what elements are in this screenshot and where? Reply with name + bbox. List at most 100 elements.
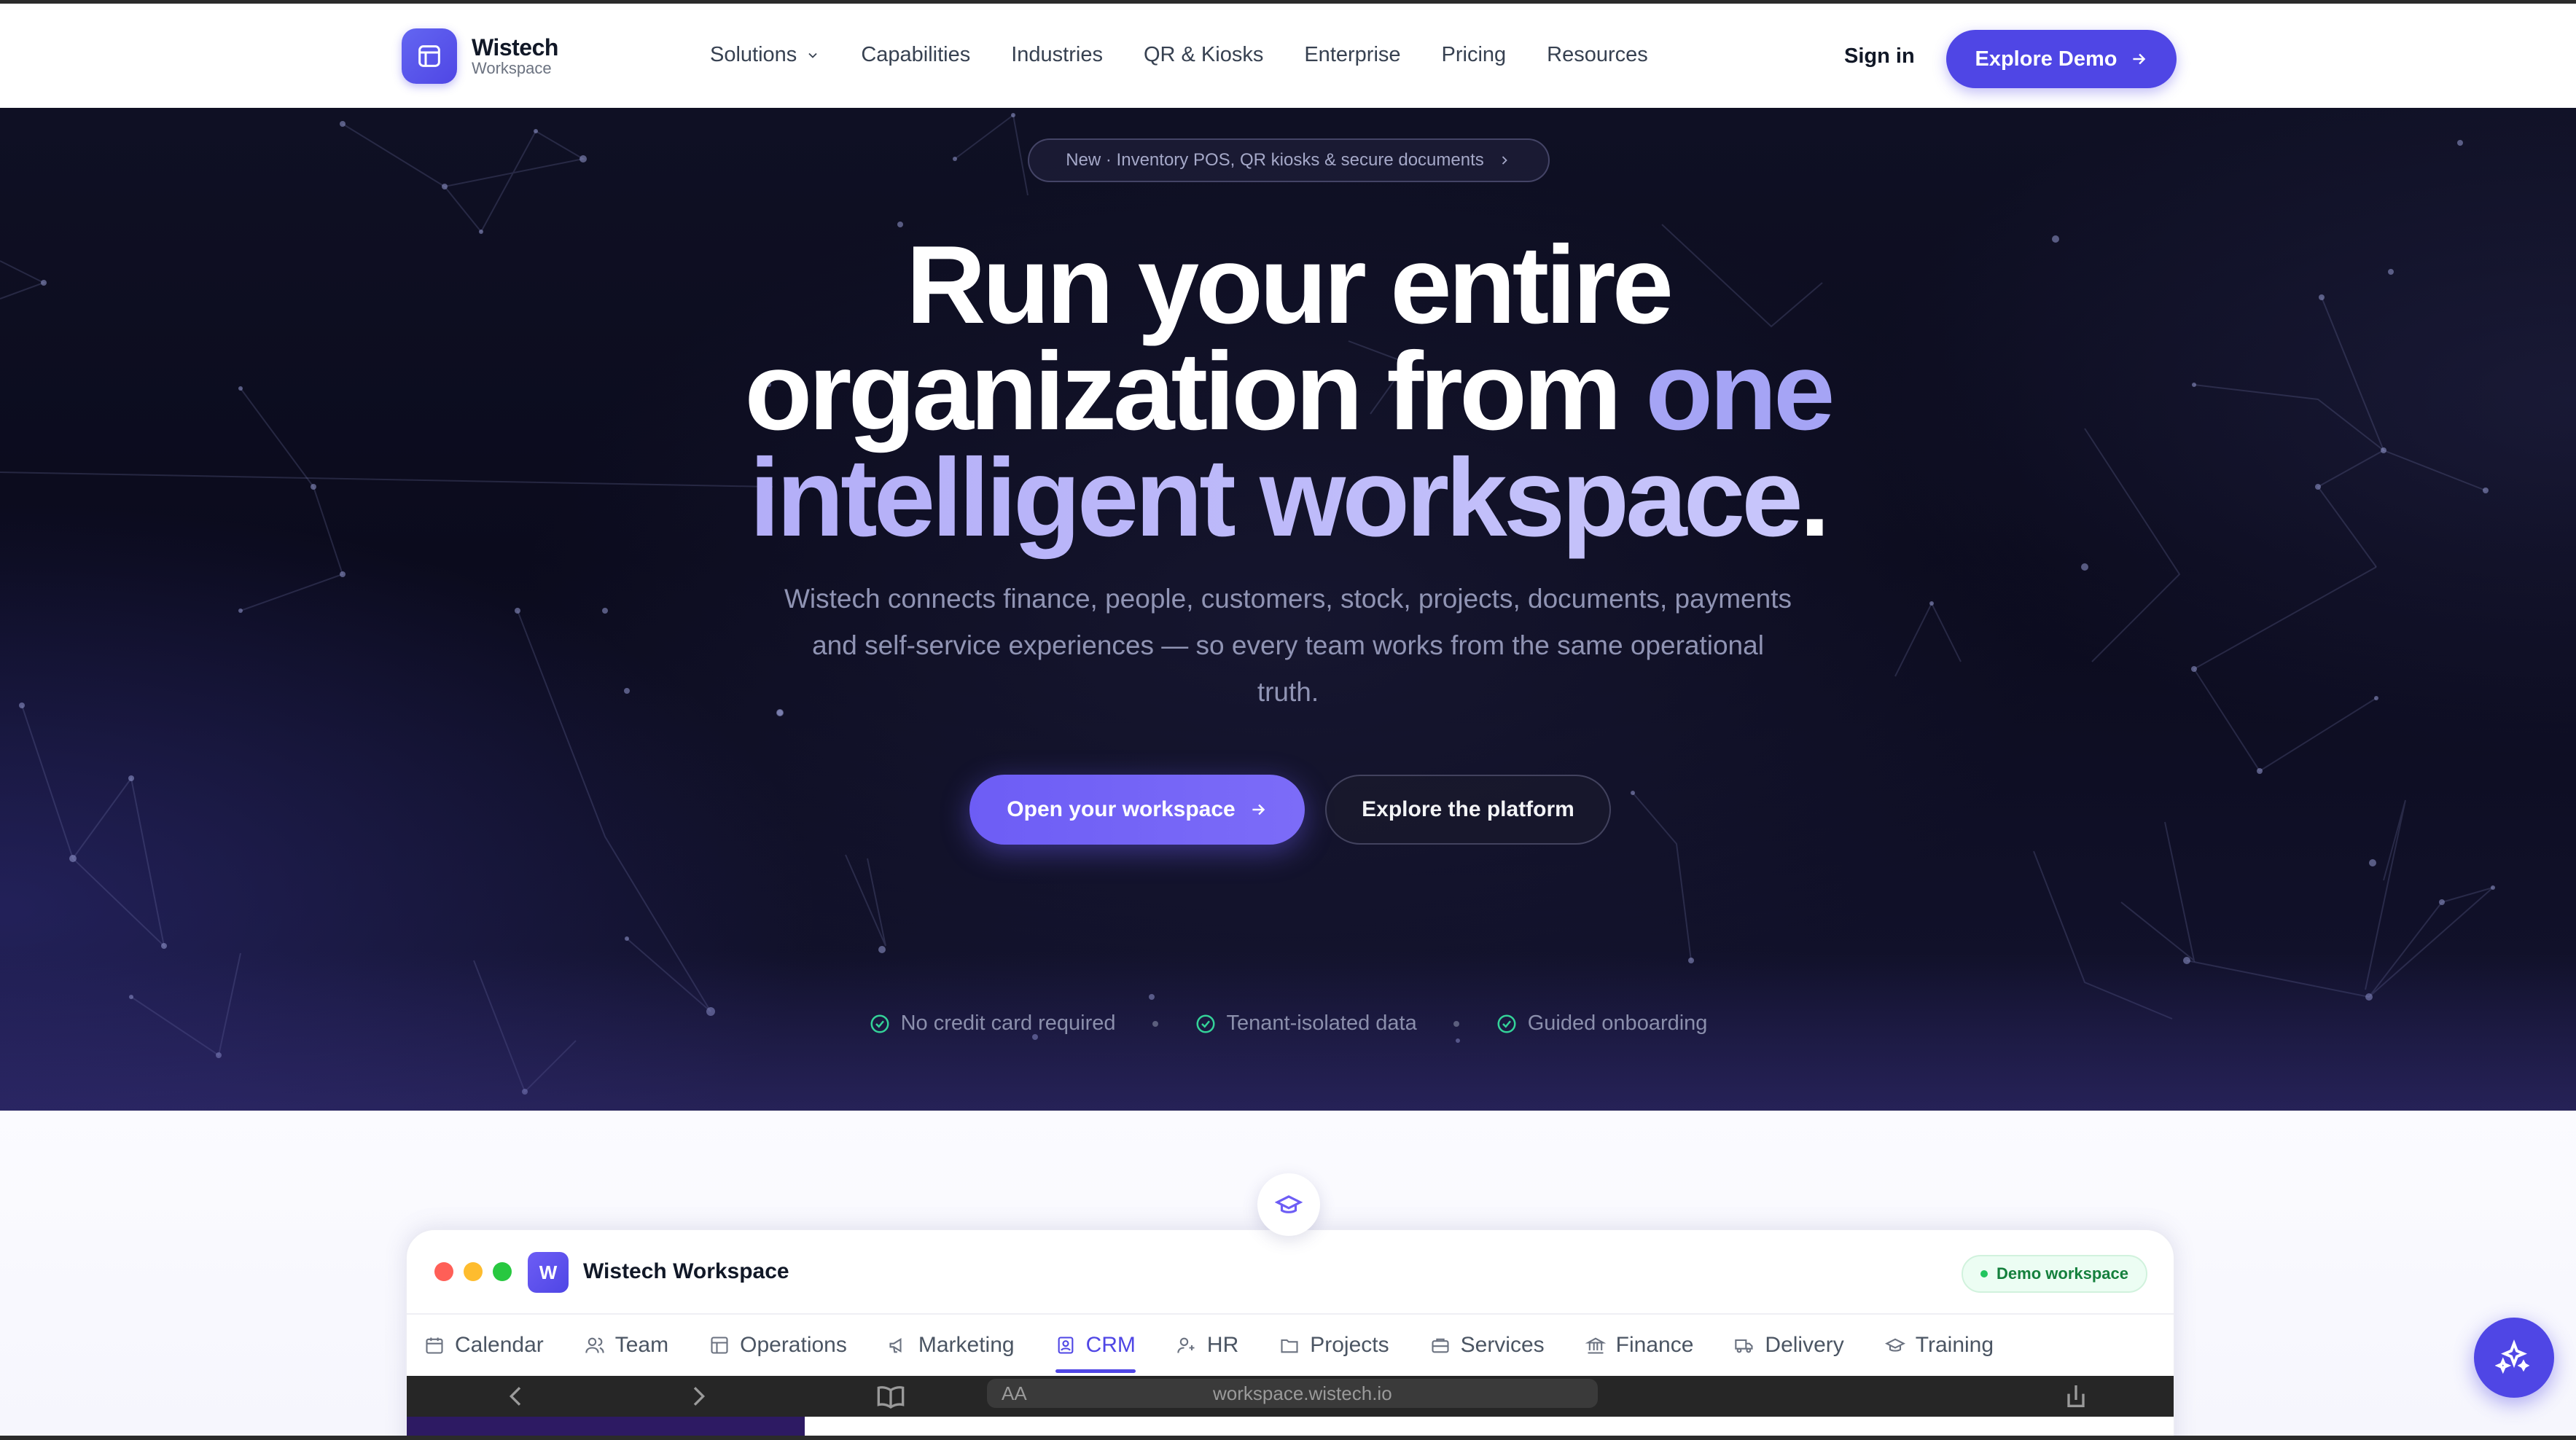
brand-name: Wistech [472,34,558,60]
contact-card-icon [1058,1337,1073,1354]
graduation-cap-icon [1884,1338,1905,1352]
tab-label: Team [614,1333,669,1357]
close-dot-icon[interactable] [434,1262,453,1281]
tab-hr[interactable]: HR [1176,1315,1238,1376]
hero-headline: Run your entire organization from one in… [0,230,2576,553]
nav-industries[interactable]: Industries [1011,43,1103,67]
top-navbar: Wistech Workspace Solutions Capabilities… [0,0,2576,108]
chevron-down-icon [808,52,817,58]
check-label: Guided onboarding [1527,1011,1708,1035]
nav-links: Solutions Capabilities Industries QR & K… [710,43,1689,67]
tab-operations[interactable]: Operations [709,1315,847,1376]
tab-team[interactable]: Team [585,1315,668,1376]
users-icon [585,1337,604,1353]
tab-label: Training [1915,1333,1994,1357]
tab-label: Projects [1310,1333,1389,1357]
bank-icon [1585,1337,1606,1354]
address-bar[interactable]: AA workspace.wistech.io [987,1379,1598,1408]
tab-label: Finance [1615,1333,1694,1357]
tab-marketing[interactable]: Marketing [888,1315,1015,1376]
briefcase-icon [1432,1338,1449,1353]
separator-dot [1453,1020,1459,1027]
workspace-tabs: Calendar Team Operations Marketing CRM H… [424,1315,2034,1376]
headline-period: . [1799,436,1830,560]
tab-calendar[interactable]: Calendar [424,1315,544,1376]
nav-pricing[interactable]: Pricing [1442,43,1507,67]
tab-label: HR [1206,1333,1239,1357]
announcement-pill[interactable]: New · Inventory POS, QR kiosks & secure … [1028,138,1550,182]
tab-label: CRM [1085,1333,1136,1357]
tab-crm[interactable]: CRM [1055,1315,1136,1376]
tab-projects[interactable]: Projects [1279,1315,1389,1376]
truck-icon [1735,1339,1753,1353]
chevron-right-icon [1502,156,1507,165]
layout-icon [711,1337,728,1354]
explore-platform-button[interactable]: Explore the platform [1325,775,1611,845]
announcement-text: New · Inventory POS, QR kiosks & secure … [1066,150,1484,170]
headline-line-1: Run your entire [905,223,1674,347]
bookmarks-icon[interactable] [875,1382,907,1411]
maximize-dot-icon[interactable] [493,1262,512,1281]
tab-label: Marketing [918,1333,1015,1357]
sparkles-icon [2495,1339,2530,1374]
sign-in-link[interactable]: Sign in [1844,44,1915,69]
page: Wistech Workspace Solutions Capabilities… [0,0,2576,1440]
check-item: Guided onboarding [1496,1011,1708,1036]
check-circle-icon [1497,1014,1516,1033]
nav-enterprise[interactable]: Enterprise [1304,43,1400,67]
hero-subtitle: Wistech connects finance, people, custom… [784,584,1792,707]
headline-line-2: organization from [744,329,1646,453]
graduation-cap-badge[interactable] [1257,1173,1320,1236]
nav-capabilities[interactable]: Capabilities [861,43,970,67]
tab-label: Operations [740,1333,847,1357]
brand-sub: Workspace [472,59,552,77]
open-workspace-label: Open your workspace [1007,797,1236,821]
tab-label: Delivery [1765,1333,1844,1357]
tab-training[interactable]: Training [1884,1315,1994,1376]
workspace-preview-window: W Wistech Workspace Demo workspace Calen… [405,1229,2175,1440]
user-key-icon [1177,1337,1195,1353]
demo-badge-label: Demo workspace [1997,1264,2128,1283]
window-bottom-edge [0,1436,2576,1440]
check-label: No credit card required [900,1011,1116,1035]
headline-line-3: intelligent workspace [749,436,1803,560]
share-icon[interactable] [2061,1382,2091,1411]
workspace-logo-icon: W [528,1252,569,1293]
workspace-title: Wistech Workspace [583,1259,789,1283]
tab-delivery[interactable]: Delivery [1734,1315,1844,1376]
nav-resources[interactable]: Resources [1547,43,1648,67]
graduation-cap-icon [1275,1195,1303,1213]
tab-label: Services [1460,1333,1545,1357]
check-item: No credit card required [869,1011,1116,1036]
check-circle-icon [870,1014,889,1033]
megaphone-icon [889,1337,902,1353]
nav-solutions-label: Solutions [710,43,797,66]
trust-checks: No credit card required Tenant-isolated … [0,1011,2576,1036]
folder-icon [1281,1339,1298,1353]
arrow-right-icon [1252,804,1265,815]
explore-demo-button[interactable]: Explore Demo [1946,30,2177,88]
arrow-right-icon [2132,53,2145,65]
explore-demo-label: Explore Demo [1975,47,2118,71]
nav-solutions[interactable]: Solutions [710,43,820,67]
nav-qr-kiosks[interactable]: QR & Kiosks [1144,43,1263,67]
open-workspace-button[interactable]: Open your workspace [969,775,1305,845]
forward-icon[interactable] [684,1382,713,1411]
brand-logo[interactable]: Wistech Workspace [402,28,558,84]
brand-mark-icon [402,28,457,84]
tab-services[interactable]: Services [1430,1315,1545,1376]
headline-accent-one: one [1645,329,1835,453]
tab-finance[interactable]: Finance [1585,1315,1694,1376]
status-dot-icon [1980,1270,1988,1277]
back-icon[interactable] [501,1382,531,1411]
window-controls [434,1262,522,1281]
url-text: workspace.wistech.io [1213,1382,1392,1404]
check-item: Tenant-isolated data [1195,1011,1417,1036]
reader-mode-toggle[interactable]: AA [1002,1382,1027,1405]
check-label: Tenant-isolated data [1226,1011,1417,1035]
demo-workspace-badge: Demo workspace [1962,1255,2147,1293]
browser-toolbar: AA workspace.wistech.io [407,1376,2174,1417]
minimize-dot-icon[interactable] [464,1262,483,1281]
ai-assistant-button[interactable] [2474,1318,2554,1398]
tab-label: Calendar [455,1333,544,1357]
